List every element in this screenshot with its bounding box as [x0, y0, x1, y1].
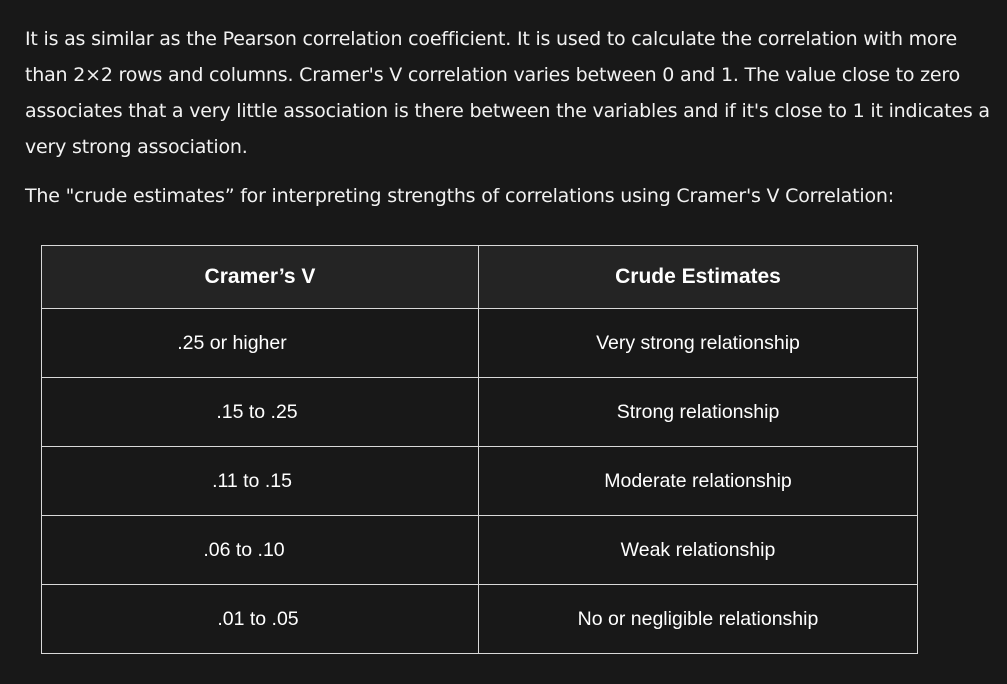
table-row: .06 to .10 Weak relationship [41, 515, 918, 585]
crude-estimate: No or negligible relationship [478, 584, 918, 654]
cell-text: .06 to .10 [203, 538, 285, 561]
table-intro-paragraph: The "crude estimates” for interpreting s… [25, 185, 894, 207]
cell-text: .11 to .15 [212, 469, 292, 492]
table-row: .01 to .05 No or negligible relationship [41, 584, 918, 654]
cell-text: .25 or higher [177, 331, 287, 354]
cell-text: .15 to .25 [216, 400, 298, 423]
table-header-row: Cramer’s V Crude Estimates [41, 245, 918, 309]
cramers-v-table: Cramer’s V Crude Estimates .25 or higher… [41, 245, 918, 654]
cramers-v-value: .11 to .15 [41, 446, 479, 516]
header-crude-estimates: Crude Estimates [478, 245, 918, 309]
cramers-v-value: .15 to .25 [41, 377, 479, 447]
cramers-v-table-container: Cramer’s V Crude Estimates .25 or higher… [41, 245, 918, 654]
intro-paragraph: It is as similar as the Pearson correlat… [25, 28, 990, 158]
cell-text: .01 to .05 [217, 607, 299, 630]
crude-estimate: Strong relationship [478, 377, 918, 447]
crude-estimate: Moderate relationship [478, 446, 918, 516]
article-body: It is as similar as the Pearson correlat… [25, 0, 995, 214]
table-row: .11 to .15 Moderate relationship [41, 446, 918, 516]
crude-estimate: Very strong relationship [478, 308, 918, 378]
crude-estimate: Weak relationship [478, 515, 918, 585]
cramers-v-value: .06 to .10 [41, 515, 479, 585]
table-row: .25 or higher Very strong relationship [41, 308, 918, 378]
table-row: .15 to .25 Strong relationship [41, 377, 918, 447]
cramers-v-value: .25 or higher [41, 308, 479, 378]
header-cramers-v: Cramer’s V [41, 245, 479, 309]
cramers-v-value: .01 to .05 [41, 584, 479, 654]
